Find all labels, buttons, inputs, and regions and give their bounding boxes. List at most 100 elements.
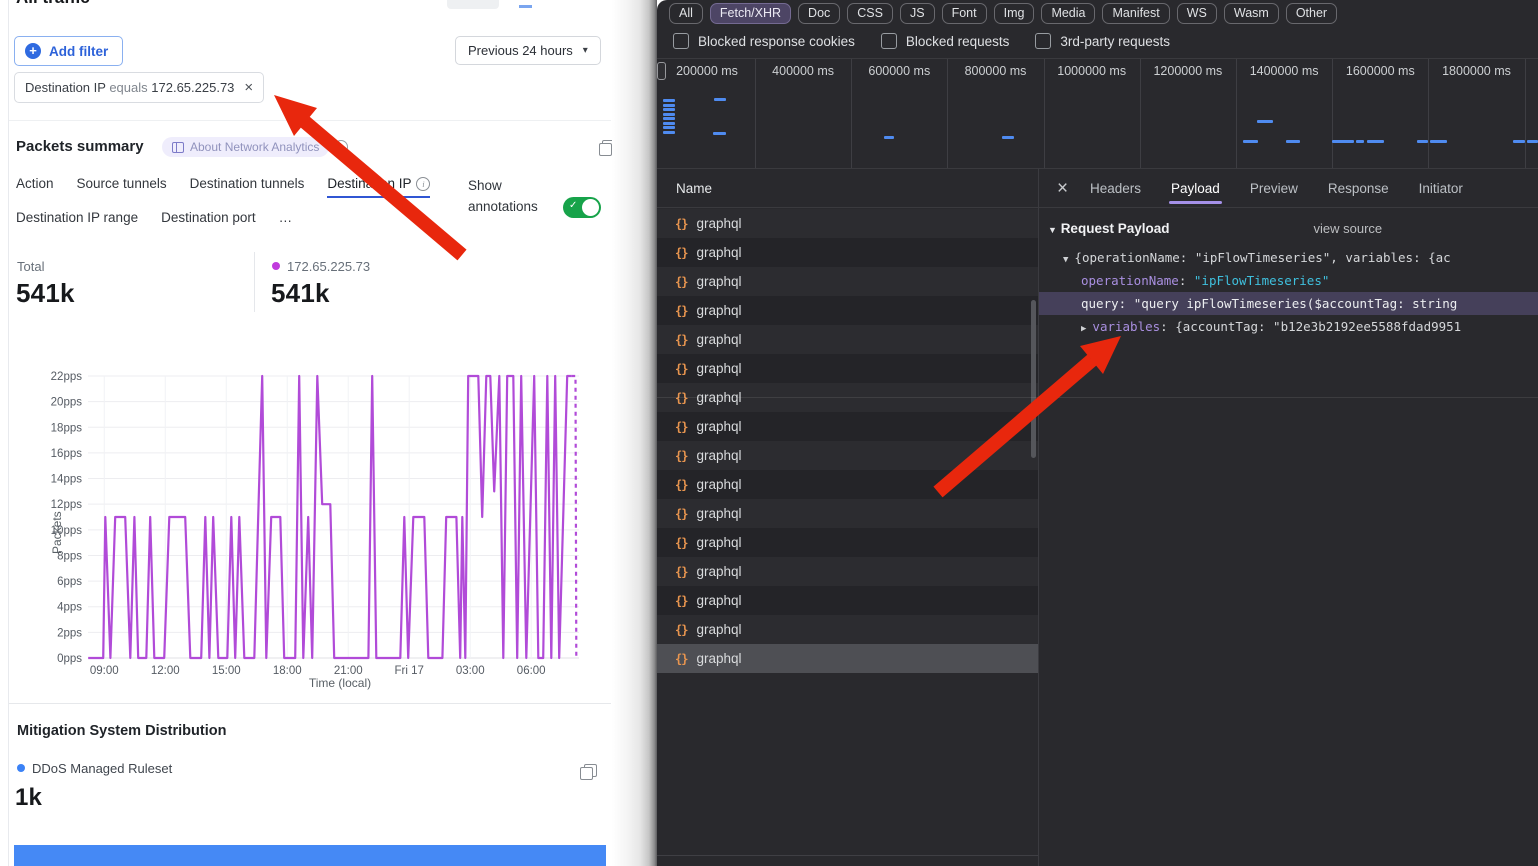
timeline-request-bar: [1367, 140, 1384, 143]
payload-token: {accountTag: "b12e3b2192ee5588fdad9951: [1175, 319, 1461, 334]
filter-pill-other[interactable]: Other: [1286, 3, 1337, 24]
tab-action[interactable]: Action: [16, 176, 54, 198]
svg-text:20pps: 20pps: [51, 397, 83, 409]
tab-destination-port[interactable]: Destination port: [161, 210, 256, 232]
payload-tree-line[interactable]: ▼{operationName: "ipFlowTimeseries", var…: [1039, 246, 1538, 269]
close-details-icon[interactable]: ×: [1057, 179, 1068, 198]
request-row-graphql[interactable]: {}graphql: [657, 528, 1038, 557]
timeline-drag-handle[interactable]: [657, 62, 666, 80]
tab-label: Source tunnels: [77, 176, 167, 191]
payload-token: :: [1160, 319, 1175, 334]
triangle-right-icon[interactable]: ▶: [1081, 324, 1086, 334]
triangle-down-icon[interactable]: ▼: [1063, 255, 1068, 265]
timeline-request-bar: [663, 104, 675, 107]
remove-filter-icon[interactable]: ×: [244, 81, 253, 94]
payload-tree-line[interactable]: query: "query ipFlowTimeseries($accountT…: [1039, 292, 1538, 315]
request-row-graphql[interactable]: {}graphql: [657, 325, 1038, 354]
stat-total-label: Total: [17, 259, 44, 274]
filter-chip[interactable]: Destination IP equals 172.65.225.73 ×: [14, 72, 264, 103]
timeline-request-bar: [663, 122, 675, 125]
payload-tree: ▼{operationName: "ipFlowTimeseries", var…: [1039, 246, 1538, 338]
request-row-graphql[interactable]: {}graphql: [657, 412, 1038, 441]
filter-pill-all[interactable]: All: [669, 3, 703, 24]
name-column-header[interactable]: Name: [676, 181, 712, 196]
svg-text:4pps: 4pps: [57, 602, 82, 614]
fetch-xhr-icon: {}: [675, 478, 687, 492]
request-row-graphql[interactable]: {}graphql: [657, 354, 1038, 383]
tab-destination-ip[interactable]: Destination IPi: [327, 176, 430, 198]
filter-pill-img[interactable]: Img: [994, 3, 1035, 24]
filter-pill-media[interactable]: Media: [1041, 3, 1095, 24]
tab--[interactable]: …: [279, 210, 293, 232]
filter-pill-fetch-xhr[interactable]: Fetch/XHR: [710, 3, 791, 24]
request-name: graphql: [696, 477, 741, 492]
filter-pill-doc[interactable]: Doc: [798, 3, 840, 24]
details-tab-headers[interactable]: Headers: [1090, 172, 1141, 204]
timeline-tick-label: 600000 ms: [868, 64, 930, 78]
show-annotations-label: Show annotations: [468, 176, 552, 218]
request-row-graphql[interactable]: {}graphql: [657, 499, 1038, 528]
time-range-dropdown[interactable]: Previous 24 hours ▾: [455, 36, 601, 65]
checkbox-blocked-requests[interactable]: Blocked requests: [881, 33, 1010, 49]
filter-pill-wasm[interactable]: Wasm: [1224, 3, 1279, 24]
request-row-graphql[interactable]: {}graphql: [657, 296, 1038, 325]
request-row-graphql[interactable]: {}graphql: [657, 238, 1038, 267]
details-tab-payload[interactable]: Payload: [1171, 172, 1220, 204]
request-row-graphql[interactable]: {}graphql: [657, 586, 1038, 615]
request-row-graphql[interactable]: {}graphql: [657, 557, 1038, 586]
tab-destination-tunnels[interactable]: Destination tunnels: [190, 176, 305, 198]
request-row-graphql[interactable]: {} graphql: [657, 470, 1038, 499]
timeline-gridline: [851, 59, 852, 168]
request-row-graphql[interactable]: {}graphql: [657, 615, 1038, 644]
request-row-graphql[interactable]: {}graphql: [657, 441, 1038, 470]
filter-pill-js[interactable]: JS: [900, 3, 935, 24]
filter-chip-field: Destination IP: [25, 80, 106, 95]
payload-token: query: [1081, 296, 1119, 311]
tab-source-tunnels[interactable]: Source tunnels: [77, 176, 167, 198]
payload-tree-line[interactable]: operationName: "ipFlowTimeseries": [1039, 269, 1538, 292]
clipped-link-fragment: [519, 5, 532, 8]
svg-text:09:00: 09:00: [90, 665, 119, 677]
checkbox-3rd-party-requests[interactable]: 3rd-party requests: [1035, 33, 1170, 49]
timeline-request-bar: [1527, 140, 1538, 143]
checkbox-label: Blocked response cookies: [698, 34, 855, 49]
view-source-link[interactable]: view source: [1313, 221, 1382, 236]
request-row-graphql[interactable]: {}graphql: [657, 644, 1038, 673]
fetch-xhr-icon: {}: [675, 304, 687, 318]
svg-text:03:00: 03:00: [456, 665, 485, 677]
add-filter-button[interactable]: + Add filter: [14, 36, 123, 66]
filter-pill-manifest[interactable]: Manifest: [1102, 3, 1169, 24]
svg-text:10pps: 10pps: [51, 525, 83, 537]
expand-panel-icon[interactable]: [584, 764, 597, 777]
fetch-xhr-icon: {}: [675, 420, 687, 434]
clock-icon: [334, 140, 348, 154]
fetch-xhr-icon: {}: [675, 623, 687, 637]
filter-pill-font[interactable]: Font: [942, 3, 987, 24]
series-dot-icon: [272, 262, 280, 270]
details-tab-response[interactable]: Response: [1328, 172, 1389, 204]
chart-x-axis-title: Time (local): [240, 676, 440, 690]
tab-destination-ip-range[interactable]: Destination IP range: [16, 210, 138, 232]
scrollbar-thumb[interactable]: [1031, 300, 1036, 458]
request-name: graphql: [696, 448, 741, 463]
network-overview-timeline[interactable]: 200000 ms400000 ms600000 ms800000 ms1000…: [657, 59, 1538, 168]
details-tab-preview[interactable]: Preview: [1250, 172, 1298, 204]
filter-pill-ws[interactable]: WS: [1177, 3, 1217, 24]
timeline-request-bar: [663, 113, 675, 116]
fetch-xhr-icon: {}: [675, 652, 687, 666]
request-row-graphql[interactable]: {}graphql: [657, 267, 1038, 296]
svg-text:15:00: 15:00: [212, 665, 241, 677]
packets-summary-tabs-row1: Action Source tunnels Destination tunnels D…: [16, 176, 430, 198]
checkbox-blocked-response-cookies[interactable]: Blocked response cookies: [673, 33, 855, 49]
svg-text:6pps: 6pps: [57, 576, 82, 588]
request-payload-section-title[interactable]: ▼ Request Payload: [1048, 221, 1169, 236]
legend-dot-icon: [17, 764, 25, 772]
show-annotations-toggle[interactable]: ✓: [563, 197, 601, 218]
request-row-graphql[interactable]: {}graphql: [657, 209, 1038, 238]
filter-pill-css[interactable]: CSS: [847, 3, 893, 24]
chevron-down-icon: ▾: [583, 45, 588, 56]
payload-tree-line[interactable]: ▶variables: {accountTag: "b12e3b2192ee55…: [1039, 315, 1538, 338]
toggle-knob: [582, 199, 599, 216]
about-network-analytics-badge[interactable]: About Network Analytics: [162, 137, 329, 157]
details-tab-initiator[interactable]: Initiator: [1419, 172, 1463, 204]
